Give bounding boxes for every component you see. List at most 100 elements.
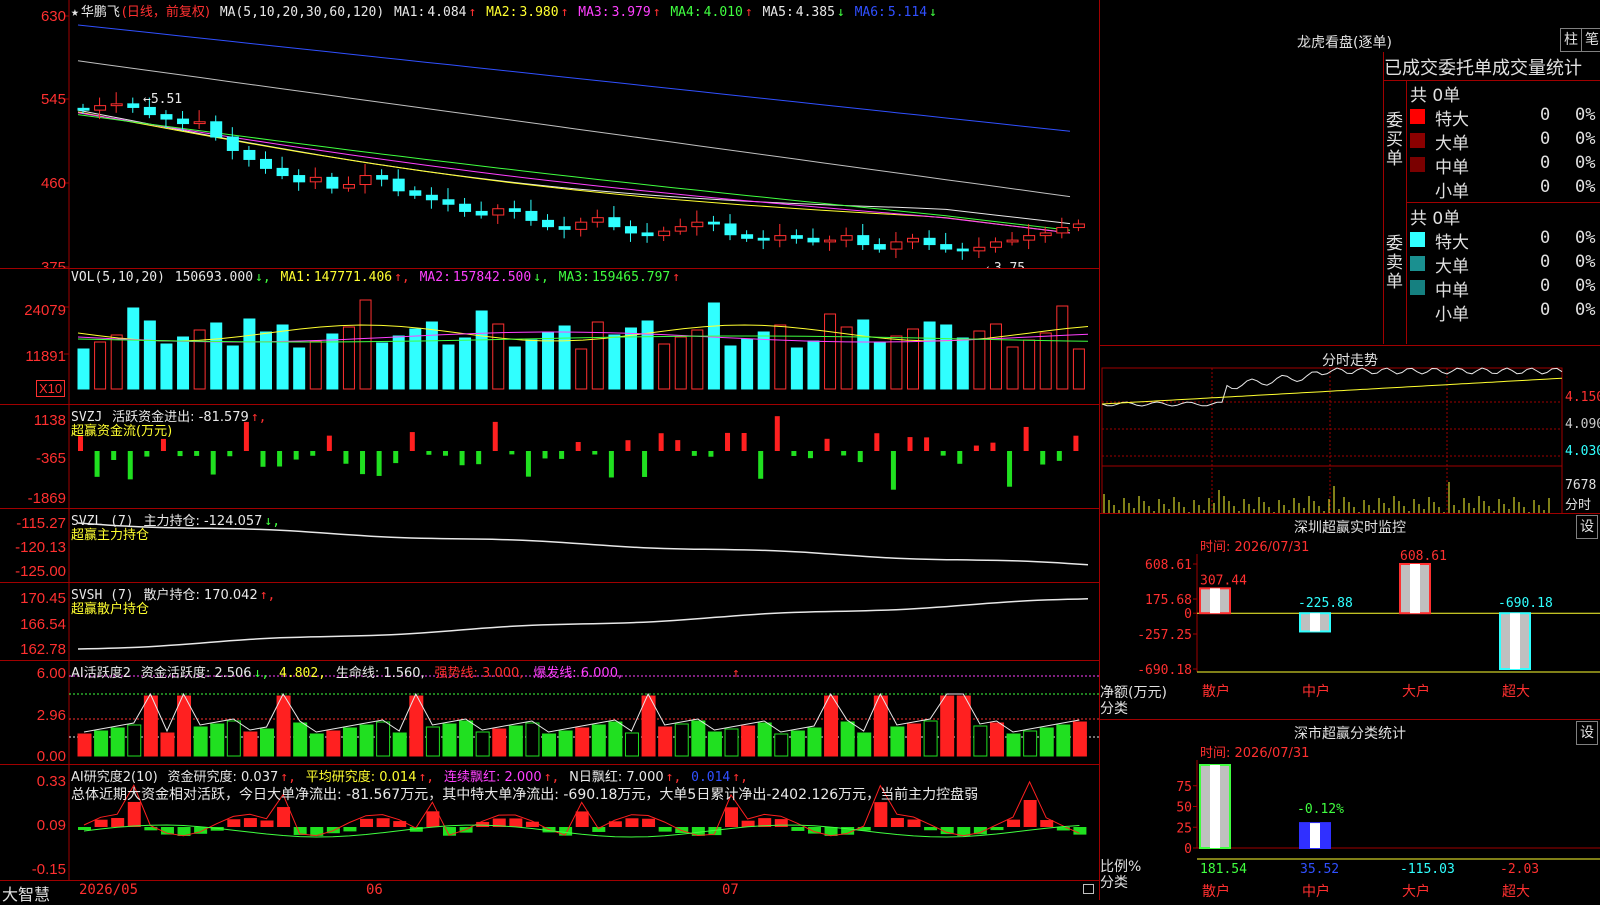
volume-bar [807,340,820,390]
svzj-bar [874,433,880,451]
svzj-bar [625,440,631,451]
order-stat-box: 已成交委托单成交量统计 委买单 共 0单 特大 0 0% 大单 0 0% 中单 0 0% 小单 0 0… [1383,52,1600,344]
ma2-arrow: ↑ [560,5,569,20]
sell-row-pct: 0% [1575,300,1596,320]
monitor-value-label: 608.61 [1400,549,1447,564]
volume-bar [127,307,140,390]
classify-tick-label: 75 [1176,780,1192,795]
activity-bar [757,722,772,757]
ma3-value: 3.979 [611,5,651,20]
classify-panel[interactable]: 深市超赢分类统计 设 时间: 2026/07/31 75 50 25 0 181.54 散… [1099,719,1600,900]
sell-row-swatch [1410,280,1425,295]
research-bar [1056,827,1070,831]
svzl-panel[interactable]: SVZL (7) 主力持仓: -124.057 ↓, 超赢主力持仓 -115.27… [0,509,1099,583]
candle [807,237,820,243]
brand-label: 大智慧 [2,885,51,904]
svzj-panel[interactable]: SVZJ 活跃资金进出: -81.579 ↑, 超赢资金流(万元) 1138 -3… [0,405,1099,509]
vol-tick-0: 24079 [24,302,66,319]
monitor-bar-highlight [1310,613,1320,632]
svzj-bar [973,445,979,451]
svzj-bar [492,421,498,451]
volume-bar [956,337,969,390]
tick-mode-button[interactable]: 笔 [1581,28,1600,52]
volume-chart[interactable] [0,269,1099,405]
buy-row-swatch [1410,181,1425,196]
classify-bar-label: -0.12% [1297,802,1344,817]
lock-icon[interactable] [1083,884,1094,894]
vol-ma3-value: 159465.797 [591,270,671,285]
candle [658,230,671,237]
svzj-bar [1040,451,1046,465]
candle [94,105,107,111]
activity-bar [624,732,639,757]
svzj-bar [1023,426,1029,451]
monitor-chart[interactable]: 608.61 175.680 -257.25 -690.18 307.44 散户 -225.… [1100,514,1600,720]
svzj-bar [376,451,382,476]
stock-name[interactable]: 华鹏飞 [81,5,120,20]
monitor-panel[interactable]: 深圳超赢实时监控 设 时间: 2026/07/31 608.61 175.68 0-… [1099,513,1600,719]
svzj-bar [210,451,216,475]
volume-bar [790,347,803,390]
intraday-panel[interactable]: 分时走势 4.150 4.090 4.030 7678 分时 [1099,345,1600,514]
buy-row-label: 小单 [1435,182,1469,202]
classify-value-label: 181.54 [1200,862,1247,877]
bar-mode-button[interactable]: 柱 [1560,28,1582,52]
ai-act-text2: 4.802, [279,666,327,681]
star-icon: ★ [71,5,79,20]
activity-bar [293,722,308,757]
research-bar [1007,819,1021,827]
ma2-value: 3.980 [519,5,559,20]
svzj-bar [658,433,664,451]
activity-bar [807,727,822,757]
candle [359,175,372,186]
sell-row-swatch [1410,304,1425,319]
price-chart[interactable] [0,0,1099,269]
svzj-bar [675,440,681,451]
classify-bar-highlight [1310,823,1320,848]
ma5-arrow: ↓ [836,5,845,20]
candle [790,235,803,239]
candle [774,235,787,241]
price-panel[interactable]: ★ 华鹏飞 (日线，前复权) MA(5,10,20,30,60,120) MA1: 4… [0,0,1099,269]
candle [873,244,886,250]
volume-bar [177,336,190,390]
activity-bar [492,728,507,757]
buy-row-count: 0 [1540,129,1551,149]
intraday-chart[interactable] [1100,346,1600,514]
classify-chart[interactable]: 75 50 25 0 181.54 散户 35.52 中户 -115.03 大户 -2.03 超大 -0… [1100,720,1600,901]
svzj-bar [691,451,697,456]
activity-bar [724,728,739,757]
period-label[interactable]: (日线，前复权) [122,5,210,20]
candle [542,219,555,228]
svzj-bar [177,451,183,457]
volume-panel[interactable]: VOL(5,10,20) 150693.000 ↓, MA1: 147771.406… [0,269,1099,405]
candle [143,106,156,116]
svsh-tick-0: 170.45 [20,590,66,607]
svsh-panel[interactable]: SVSH (7) 散户持仓: 170.042 ↑, 超赢散户持仓 170.45 1… [0,583,1099,661]
buy-row-pct: 0% [1575,153,1596,173]
ai-act-tick-0: 6.00 [36,665,66,682]
buy-row-pct: 0% [1575,129,1596,149]
buy-row-label: 特大 [1435,110,1469,130]
ai-research-panel[interactable]: AI研究度2(10) 资金研究度: 0.037 ↑, 平均研究度: 0.014 ↑,… [0,765,1099,880]
sell-row-count: 0 [1540,276,1551,296]
svzj-bar [144,451,150,457]
svsh-line [77,598,1089,650]
sell-row-pct: 0% [1575,228,1596,248]
activity-bar [890,726,905,757]
research-bar [890,818,904,827]
volume-bar [359,299,372,390]
research-bar [525,821,539,827]
ai-res-tick-1: 0.09 [36,817,66,834]
candle [508,208,521,212]
buy-row-count: 0 [1540,105,1551,125]
vol-ma2-arrow: ↓, [533,270,549,285]
svsh-tick-1: 166.54 [20,616,66,633]
activity-bar [956,695,971,757]
svzl-line [77,522,1089,566]
vol-label: VOL(5,10,20) [71,270,165,285]
activity-bar [94,730,109,757]
research-bar [774,819,788,827]
low-mark: ←3.75 [986,261,1026,269]
ai-activity-panel[interactable]: AI活跃度2 资金活跃度: 2.506 ↓, 4.802, 生命线: 1.560,… [0,661,1099,765]
